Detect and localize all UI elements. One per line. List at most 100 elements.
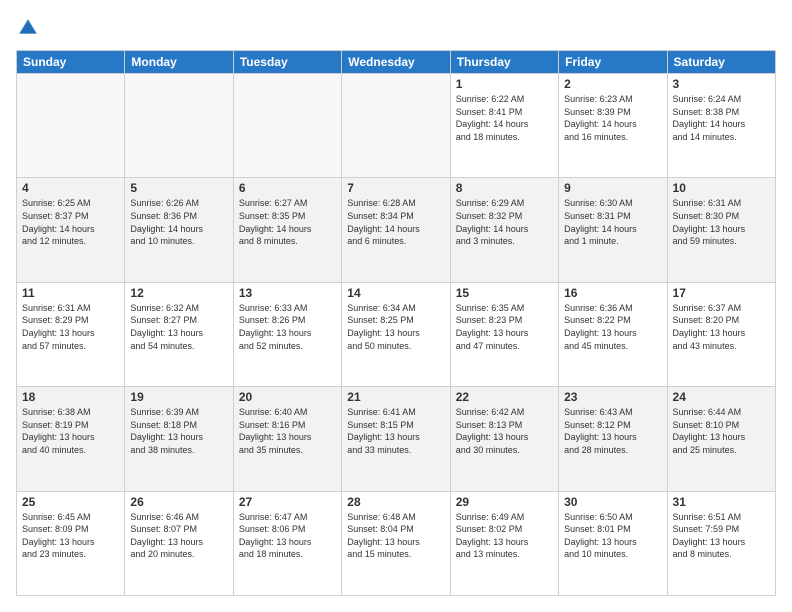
calendar-cell: 9Sunrise: 6:30 AMSunset: 8:31 PMDaylight… — [559, 178, 667, 282]
calendar-page: SundayMondayTuesdayWednesdayThursdayFrid… — [0, 0, 792, 612]
calendar-cell — [342, 74, 450, 178]
logo-icon — [16, 16, 40, 40]
day-info: Sunrise: 6:32 AMSunset: 8:27 PMDaylight:… — [130, 302, 227, 352]
day-info: Sunrise: 6:45 AMSunset: 8:09 PMDaylight:… — [22, 511, 119, 561]
day-info: Sunrise: 6:51 AMSunset: 7:59 PMDaylight:… — [673, 511, 770, 561]
day-number: 28 — [347, 495, 444, 509]
day-info: Sunrise: 6:47 AMSunset: 8:06 PMDaylight:… — [239, 511, 336, 561]
day-number: 1 — [456, 77, 553, 91]
calendar-cell: 12 Sunrise: 6:32 AMSunset: 8:27 PMDayligh… — [125, 282, 233, 386]
calendar-cell: 22 Sunrise: 6:42 AMSunset: 8:13 PMDayligh… — [450, 387, 558, 491]
day-info: Sunrise: 6:40 AMSunset: 8:16 PMDaylight:… — [239, 406, 336, 456]
day-info: Sunrise: 6:31 AMSunset: 8:29 PMDaylight:… — [22, 302, 119, 352]
day-header-sunday: Sunday — [17, 51, 125, 74]
calendar-cell: 20 Sunrise: 6:40 AMSunset: 8:16 PMDayligh… — [233, 387, 341, 491]
calendar-cell: 23 Sunrise: 6:43 AMSunset: 8:12 PMDayligh… — [559, 387, 667, 491]
day-number: 30 — [564, 495, 661, 509]
day-number: 18 — [22, 390, 119, 404]
calendar-cell: 21 Sunrise: 6:41 AMSunset: 8:15 PMDayligh… — [342, 387, 450, 491]
calendar-cell: 17Sunrise: 6:37 AMSunset: 8:20 PMDayligh… — [667, 282, 775, 386]
calendar-cell: 31 Sunrise: 6:51 AMSunset: 7:59 PMDayligh… — [667, 491, 775, 595]
day-number: 11 — [22, 286, 119, 300]
day-info: Sunrise: 6:24 AMSunset: 8:38 PMDaylight:… — [673, 93, 770, 143]
calendar-cell — [125, 74, 233, 178]
day-header-monday: Monday — [125, 51, 233, 74]
day-info: Sunrise: 6:43 AMSunset: 8:12 PMDaylight:… — [564, 406, 661, 456]
day-info: Sunrise: 6:50 AMSunset: 8:01 PMDaylight:… — [564, 511, 661, 561]
day-number: 10 — [673, 181, 770, 195]
calendar-cell: 6 Sunrise: 6:27 AMSunset: 8:35 PMDaylight… — [233, 178, 341, 282]
calendar-table: SundayMondayTuesdayWednesdayThursdayFrid… — [16, 50, 776, 596]
calendar-cell: 1 Sunrise: 6:22 AMSunset: 8:41 PMDaylight… — [450, 74, 558, 178]
day-number: 8 — [456, 181, 553, 195]
day-info: Sunrise: 6:27 AMSunset: 8:35 PMDaylight:… — [239, 197, 336, 247]
day-info: Sunrise: 6:41 AMSunset: 8:15 PMDaylight:… — [347, 406, 444, 456]
calendar-cell: 24 Sunrise: 6:44 AMSunset: 8:10 PMDayligh… — [667, 387, 775, 491]
day-info: Sunrise: 6:30 AMSunset: 8:31 PMDaylight:… — [564, 197, 661, 247]
day-number: 26 — [130, 495, 227, 509]
logo — [16, 16, 44, 40]
calendar-cell: 26Sunrise: 6:46 AMSunset: 8:07 PMDayligh… — [125, 491, 233, 595]
calendar-cell: 11 Sunrise: 6:31 AMSunset: 8:29 PMDayligh… — [17, 282, 125, 386]
day-header-saturday: Saturday — [667, 51, 775, 74]
calendar-cell: 2Sunrise: 6:23 AMSunset: 8:39 PMDaylight… — [559, 74, 667, 178]
day-number: 24 — [673, 390, 770, 404]
calendar-cell — [233, 74, 341, 178]
day-info: Sunrise: 6:49 AMSunset: 8:02 PMDaylight:… — [456, 511, 553, 561]
calendar-cell: 14 Sunrise: 6:34 AMSunset: 8:25 PMDayligh… — [342, 282, 450, 386]
calendar-cell: 10Sunrise: 6:31 AMSunset: 8:30 PMDayligh… — [667, 178, 775, 282]
calendar-cell: 25 Sunrise: 6:45 AMSunset: 8:09 PMDayligh… — [17, 491, 125, 595]
day-info: Sunrise: 6:37 AMSunset: 8:20 PMDaylight:… — [673, 302, 770, 352]
day-number: 13 — [239, 286, 336, 300]
day-info: Sunrise: 6:25 AMSunset: 8:37 PMDaylight:… — [22, 197, 119, 247]
calendar-cell: 29 Sunrise: 6:49 AMSunset: 8:02 PMDayligh… — [450, 491, 558, 595]
day-number: 20 — [239, 390, 336, 404]
calendar-cell: 19 Sunrise: 6:39 AMSunset: 8:18 PMDayligh… — [125, 387, 233, 491]
calendar-cell: 4 Sunrise: 6:25 AMSunset: 8:37 PMDaylight… — [17, 178, 125, 282]
day-number: 4 — [22, 181, 119, 195]
calendar-week-row: 4 Sunrise: 6:25 AMSunset: 8:37 PMDaylight… — [17, 178, 776, 282]
day-header-thursday: Thursday — [450, 51, 558, 74]
calendar-cell — [17, 74, 125, 178]
day-info: Sunrise: 6:26 AMSunset: 8:36 PMDaylight:… — [130, 197, 227, 247]
day-info: Sunrise: 6:23 AMSunset: 8:39 PMDaylight:… — [564, 93, 661, 143]
day-number: 12 — [130, 286, 227, 300]
day-info: Sunrise: 6:42 AMSunset: 8:13 PMDaylight:… — [456, 406, 553, 456]
day-info: Sunrise: 6:48 AMSunset: 8:04 PMDaylight:… — [347, 511, 444, 561]
day-number: 16 — [564, 286, 661, 300]
day-info: Sunrise: 6:39 AMSunset: 8:18 PMDaylight:… — [130, 406, 227, 456]
header — [16, 16, 776, 40]
day-info: Sunrise: 6:44 AMSunset: 8:10 PMDaylight:… — [673, 406, 770, 456]
calendar-week-row: 11 Sunrise: 6:31 AMSunset: 8:29 PMDayligh… — [17, 282, 776, 386]
calendar-week-row: 25 Sunrise: 6:45 AMSunset: 8:09 PMDayligh… — [17, 491, 776, 595]
day-header-tuesday: Tuesday — [233, 51, 341, 74]
calendar-cell: 18Sunrise: 6:38 AMSunset: 8:19 PMDayligh… — [17, 387, 125, 491]
calendar-cell: 15 Sunrise: 6:35 AMSunset: 8:23 PMDayligh… — [450, 282, 558, 386]
day-number: 5 — [130, 181, 227, 195]
day-info: Sunrise: 6:28 AMSunset: 8:34 PMDaylight:… — [347, 197, 444, 247]
day-info: Sunrise: 6:33 AMSunset: 8:26 PMDaylight:… — [239, 302, 336, 352]
day-info: Sunrise: 6:36 AMSunset: 8:22 PMDaylight:… — [564, 302, 661, 352]
day-info: Sunrise: 6:29 AMSunset: 8:32 PMDaylight:… — [456, 197, 553, 247]
calendar-cell: 28 Sunrise: 6:48 AMSunset: 8:04 PMDayligh… — [342, 491, 450, 595]
day-number: 6 — [239, 181, 336, 195]
day-info: Sunrise: 6:35 AMSunset: 8:23 PMDaylight:… — [456, 302, 553, 352]
calendar-cell: 13 Sunrise: 6:33 AMSunset: 8:26 PMDayligh… — [233, 282, 341, 386]
day-info: Sunrise: 6:34 AMSunset: 8:25 PMDaylight:… — [347, 302, 444, 352]
calendar-cell: 27Sunrise: 6:47 AMSunset: 8:06 PMDayligh… — [233, 491, 341, 595]
calendar-header-row: SundayMondayTuesdayWednesdayThursdayFrid… — [17, 51, 776, 74]
day-number: 22 — [456, 390, 553, 404]
day-number: 31 — [673, 495, 770, 509]
calendar-cell: 7Sunrise: 6:28 AMSunset: 8:34 PMDaylight… — [342, 178, 450, 282]
day-header-wednesday: Wednesday — [342, 51, 450, 74]
day-info: Sunrise: 6:22 AMSunset: 8:41 PMDaylight:… — [456, 93, 553, 143]
day-number: 14 — [347, 286, 444, 300]
day-number: 15 — [456, 286, 553, 300]
day-number: 29 — [456, 495, 553, 509]
day-number: 23 — [564, 390, 661, 404]
day-number: 21 — [347, 390, 444, 404]
calendar-cell: 3Sunrise: 6:24 AMSunset: 8:38 PMDaylight… — [667, 74, 775, 178]
day-number: 19 — [130, 390, 227, 404]
day-number: 25 — [22, 495, 119, 509]
calendar-cell: 16 Sunrise: 6:36 AMSunset: 8:22 PMDayligh… — [559, 282, 667, 386]
